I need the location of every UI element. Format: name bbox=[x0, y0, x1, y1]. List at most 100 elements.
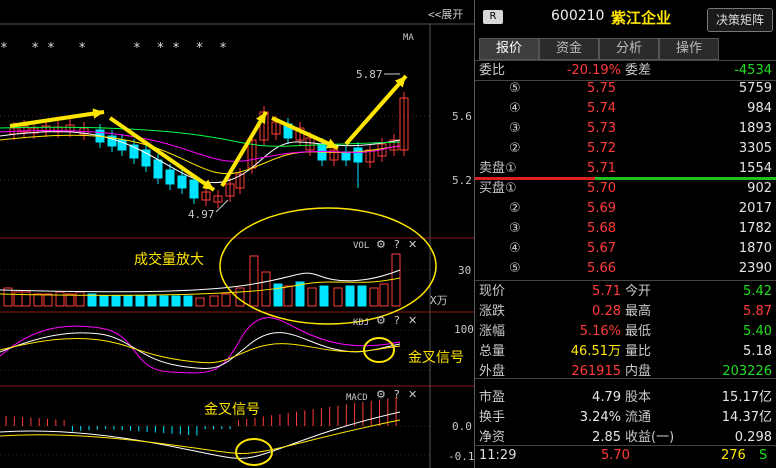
ask-price: 5.74 bbox=[587, 101, 616, 116]
quote-panel: R 600210 紫江企业 决策矩阵 报价 资金 分析 操作 委比 -20.19… bbox=[475, 0, 776, 468]
tick-row: 11:29 5.70 276 S bbox=[475, 447, 776, 465]
ask-volume: 1554 bbox=[738, 161, 772, 176]
bid-volume: 902 bbox=[747, 181, 772, 196]
ma-line bbox=[0, 131, 401, 184]
stat-label: 量比 bbox=[625, 344, 652, 359]
volume-bar bbox=[55, 291, 65, 307]
question-icon[interactable]: ? bbox=[394, 238, 400, 251]
volume-bar bbox=[123, 295, 133, 307]
ask-volume: 3305 bbox=[738, 141, 772, 156]
stat-label: 涨幅 bbox=[479, 324, 506, 339]
stat-row: 涨幅 5.16% 最低 5.40 bbox=[475, 323, 776, 341]
bid-level: 买盘① bbox=[479, 181, 517, 196]
kdj-label: KDJ bbox=[353, 318, 369, 328]
question-icon[interactable]: ? bbox=[394, 388, 400, 401]
stat-row: 总量 46.51万 量比 5.18 bbox=[475, 343, 776, 361]
bid-row[interactable]: ④ 5.67 1870 bbox=[475, 240, 776, 258]
vol-ma-line bbox=[0, 269, 401, 293]
stat-label: 流通 bbox=[625, 410, 652, 425]
price-axis-label: 5.6 bbox=[452, 110, 472, 123]
ask-level: ② bbox=[509, 141, 521, 156]
gear-icon[interactable]: ⚙ bbox=[376, 388, 386, 401]
bid-row[interactable]: ③ 5.68 1782 bbox=[475, 220, 776, 238]
tick-side: S bbox=[759, 448, 768, 463]
ma-line bbox=[0, 126, 401, 147]
volume-bar bbox=[99, 295, 109, 307]
tick-time: 11:29 bbox=[479, 448, 517, 463]
kline-chart[interactable]: <<展开 MA * * * * * * * * * 5.87 4.97 5.6 5.2 VOL… bbox=[0, 0, 474, 468]
expand-toggle[interactable]: <<展开 bbox=[428, 8, 463, 21]
ask-row[interactable]: ④ 5.74 984 bbox=[475, 100, 776, 118]
volume-annotation: 成交量放大 bbox=[134, 251, 204, 268]
volume-bar bbox=[221, 293, 231, 307]
divider bbox=[475, 378, 776, 379]
ask-row[interactable]: ⑤ 5.75 5759 bbox=[475, 80, 776, 98]
bid-row[interactable]: 买盘① 5.70 902 bbox=[475, 180, 776, 198]
ask-row[interactable]: ② 5.72 3305 bbox=[475, 140, 776, 158]
kdj-axis-label: 100 bbox=[454, 323, 474, 336]
ask-row[interactable]: 卖盘① 5.71 1554 bbox=[475, 160, 776, 178]
stat-value: 5.16% bbox=[579, 324, 621, 339]
volume-bar bbox=[171, 295, 181, 307]
gear-icon[interactable]: ⚙ bbox=[376, 238, 386, 251]
stat-value: 5.71 bbox=[592, 284, 621, 299]
ask-volume: 5759 bbox=[738, 81, 772, 96]
trend-arrow bbox=[344, 74, 408, 146]
close-icon[interactable]: ✕ bbox=[408, 238, 417, 251]
stat-label: 今开 bbox=[625, 284, 652, 299]
volume-highlight-ellipse bbox=[219, 207, 437, 325]
tab-analysis[interactable]: 分析 bbox=[599, 38, 659, 60]
tab-quote[interactable]: 报价 bbox=[479, 38, 539, 60]
macd-cross-circle bbox=[235, 438, 273, 466]
vol-axis-label: 30 bbox=[458, 264, 471, 277]
stat-label: 总量 bbox=[479, 344, 506, 359]
stat-label: 股本 bbox=[625, 390, 652, 405]
volume-bar bbox=[379, 283, 389, 307]
ask-price: 5.75 bbox=[587, 81, 616, 96]
volume-bar bbox=[319, 285, 329, 307]
decision-matrix-button[interactable]: 决策矩阵 bbox=[707, 8, 773, 32]
close-icon[interactable]: ✕ bbox=[408, 388, 417, 401]
stat-row: 涨跌 0.28 最高 5.87 bbox=[475, 303, 776, 321]
volume-bar bbox=[209, 295, 219, 307]
bid-volume: 1782 bbox=[738, 221, 772, 236]
commission-ratio-label: 委比 bbox=[479, 63, 506, 78]
macd-label: MACD bbox=[346, 393, 368, 403]
volume-bar bbox=[183, 295, 193, 307]
stock-header: R 600210 紫江企业 决策矩阵 bbox=[475, 4, 776, 32]
kline-chart-area[interactable]: <<展开 MA * * * * * * * * * 5.87 4.97 5.6 5.2 VOL… bbox=[0, 0, 474, 468]
commission-diff-value: -4534 bbox=[734, 63, 772, 78]
candle bbox=[165, 169, 175, 185]
question-icon[interactable]: ? bbox=[394, 314, 400, 327]
bid-level: ③ bbox=[509, 221, 521, 236]
stat-value: 14.37亿 bbox=[721, 410, 772, 425]
bid-row[interactable]: ⑤ 5.66 2390 bbox=[475, 260, 776, 278]
kdj-k-line bbox=[0, 332, 401, 369]
bid-price: 5.69 bbox=[587, 201, 616, 216]
ask-volume: 984 bbox=[747, 101, 772, 116]
kdj-d-line bbox=[0, 337, 401, 364]
ask-row[interactable]: ③ 5.73 1893 bbox=[475, 120, 776, 138]
tab-operate[interactable]: 操作 bbox=[659, 38, 719, 60]
vol-label: VOL bbox=[353, 241, 369, 251]
gear-icon[interactable]: ⚙ bbox=[376, 314, 386, 327]
vol-unit-label: X万 bbox=[430, 294, 448, 307]
stat-value: 5.18 bbox=[743, 344, 772, 359]
tick-volume: 276 bbox=[721, 448, 746, 463]
candle bbox=[153, 159, 163, 179]
volume-bar bbox=[159, 295, 169, 307]
macd-axis-label: 0.0 bbox=[452, 420, 472, 433]
bid-level: ⑤ bbox=[509, 261, 521, 276]
close-icon[interactable]: ✕ bbox=[408, 314, 417, 327]
bid-level: ④ bbox=[509, 241, 521, 256]
candle bbox=[141, 149, 151, 167]
ma-label: MA bbox=[403, 33, 414, 43]
stat-row: 现价 5.71 今开 5.42 bbox=[475, 283, 776, 301]
volume-bar bbox=[273, 283, 283, 307]
stat-value: 5.40 bbox=[743, 324, 772, 339]
bid-row[interactable]: ② 5.69 2017 bbox=[475, 200, 776, 218]
macd-annotation: 金叉信号 bbox=[204, 402, 260, 418]
ask-price: 5.73 bbox=[587, 121, 616, 136]
tab-funds[interactable]: 资金 bbox=[539, 38, 599, 60]
volume-bar bbox=[307, 287, 317, 307]
